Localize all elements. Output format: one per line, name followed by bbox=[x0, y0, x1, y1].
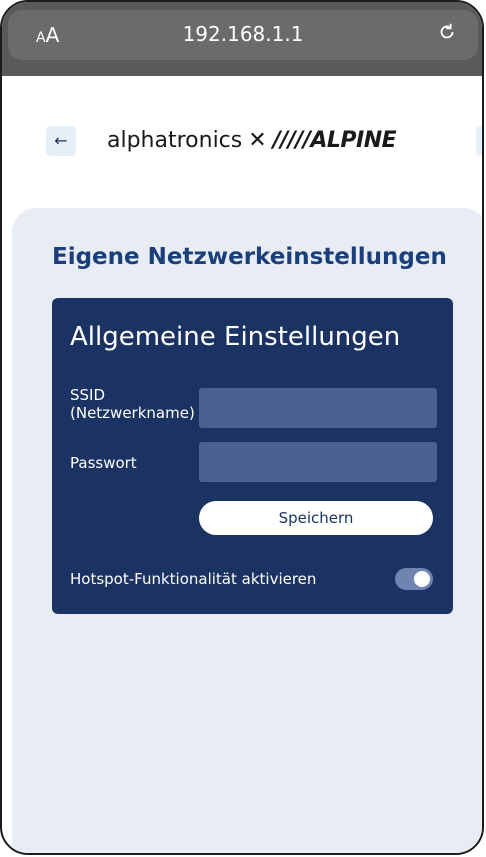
content-panel: Eigene Netzwerkeinstellungen Allgemeine … bbox=[12, 208, 482, 853]
toggle-knob bbox=[414, 571, 430, 587]
page-title: Eigene Netzwerkeinstellungen bbox=[52, 244, 447, 270]
save-button[interactable]: Speichern bbox=[199, 501, 433, 535]
ssid-input[interactable] bbox=[199, 388, 437, 428]
password-input[interactable] bbox=[199, 442, 437, 482]
url-text[interactable]: 192.168.1.1 bbox=[8, 22, 478, 46]
settings-card: Allgemeine Einstellungen SSID (Netzwerkn… bbox=[52, 298, 453, 614]
hotspot-toggle[interactable] bbox=[395, 568, 433, 590]
password-label: Passwort bbox=[70, 454, 137, 472]
reload-icon[interactable] bbox=[436, 21, 458, 43]
brand-alphatronics: alphatronics bbox=[107, 128, 243, 153]
hotspot-label: Hotspot-Funktionalität aktivieren bbox=[70, 570, 317, 588]
brand-logo: alphatronics ✕/////ALPINE bbox=[107, 128, 397, 153]
ssid-label: SSID (Netzwerkname) bbox=[70, 386, 195, 422]
brand-x-icon: ✕ bbox=[248, 128, 267, 153]
card-title: Allgemeine Einstellungen bbox=[70, 322, 401, 352]
back-button[interactable]: ← bbox=[46, 126, 76, 156]
menu-button[interactable] bbox=[476, 126, 482, 156]
browser-chrome: AA 192.168.1.1 bbox=[2, 2, 482, 76]
phone-frame: AA 192.168.1.1 ← alphatronics ✕/////ALPIN… bbox=[0, 0, 484, 855]
site-header: ← alphatronics ✕/////ALPINE bbox=[2, 76, 482, 206]
brand-alpine: /////ALPINE bbox=[272, 128, 397, 153]
address-bar[interactable]: AA 192.168.1.1 bbox=[8, 10, 478, 60]
